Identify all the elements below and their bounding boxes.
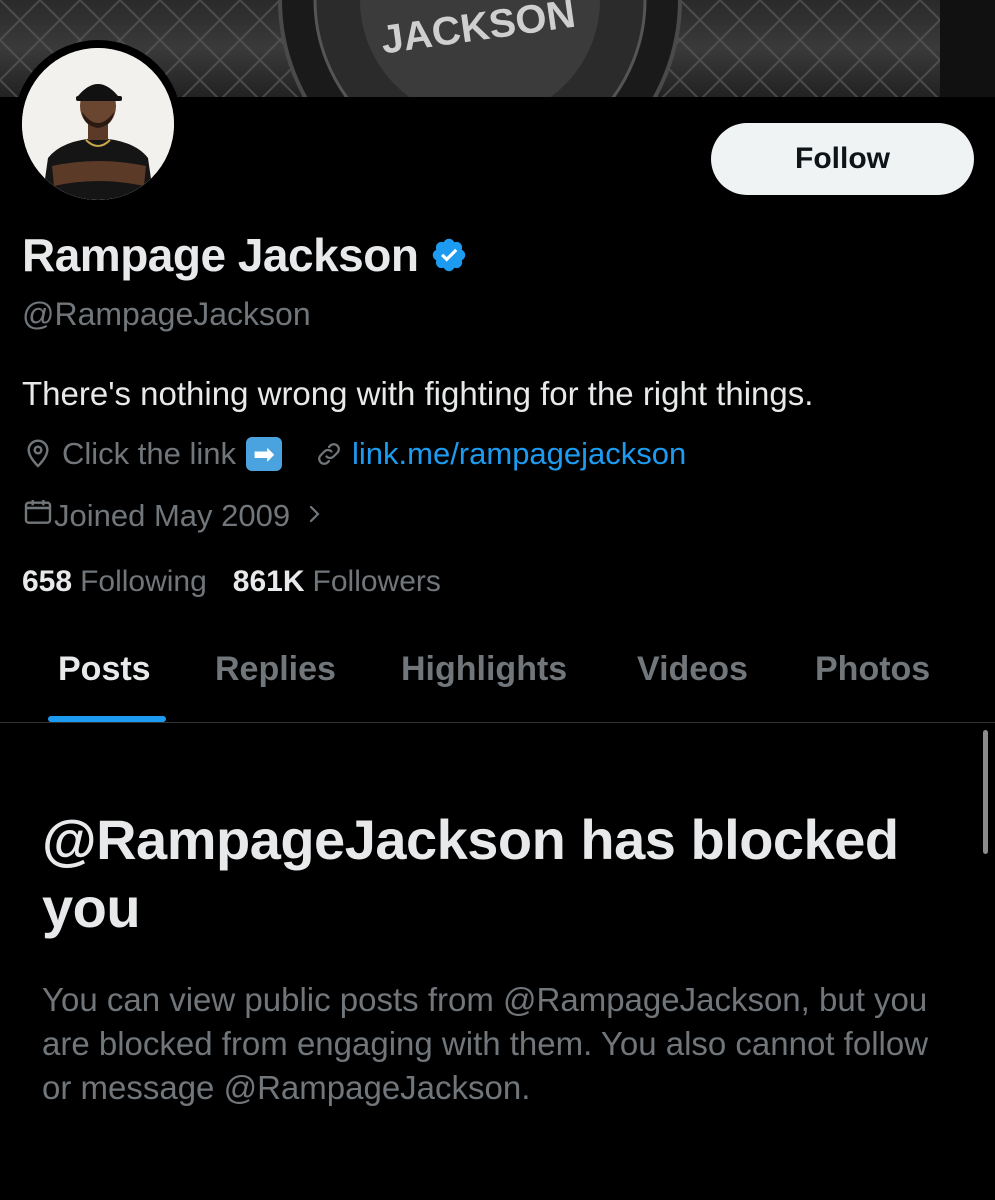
follow-button[interactable]: Follow xyxy=(711,123,974,195)
blocked-message: You can view public posts from @RampageJ… xyxy=(42,981,929,1106)
profile-joined-date: Joined May 2009 xyxy=(54,498,291,533)
tab-highlights[interactable]: Highlights xyxy=(401,650,567,689)
link-icon xyxy=(314,439,344,469)
profile-website-link[interactable]: link.me/rampagejackson xyxy=(352,436,686,472)
following-link[interactable]: 658 Following xyxy=(22,565,207,599)
profile-meta-row: Click the link ➡ link.me/rampagejackson xyxy=(22,436,686,472)
active-tab-indicator xyxy=(48,716,166,722)
avatar[interactable] xyxy=(14,40,182,208)
tab-posts[interactable]: Posts xyxy=(58,650,151,689)
following-count: 658 xyxy=(22,565,73,598)
profile-joined-row[interactable]: Joined May 2009 xyxy=(22,496,326,536)
verified-badge-icon[interactable] xyxy=(430,236,468,279)
profile-bio: There's nothing wrong with fighting for … xyxy=(22,375,814,412)
tab-replies[interactable]: Replies xyxy=(215,650,336,689)
following-label: Following xyxy=(80,565,207,598)
followers-label: Followers xyxy=(312,565,441,598)
calendar-icon xyxy=(22,496,54,536)
scrollbar[interactable] xyxy=(983,730,988,854)
right-arrow-emoji: ➡ xyxy=(246,437,282,471)
chevron-right-icon xyxy=(302,498,326,534)
followers-count: 861K xyxy=(232,565,305,598)
tab-photos[interactable]: Photos xyxy=(815,650,930,689)
location-pin-icon xyxy=(22,438,54,470)
blocked-title: @RampageJackson has blocked you xyxy=(42,808,899,939)
profile-location: Click the link xyxy=(62,436,236,471)
followers-link[interactable]: 861K Followers xyxy=(233,565,441,599)
profile-tabs: Posts Replies Highlights Videos Photos xyxy=(0,630,995,723)
profile-stats: 658 Following 861K Followers xyxy=(22,565,441,599)
profile-handle: @RampageJackson xyxy=(22,296,311,332)
tab-videos[interactable]: Videos xyxy=(637,650,748,689)
profile-name-row: Rampage Jackson xyxy=(22,228,468,282)
profile-name: Rampage Jackson xyxy=(22,229,419,281)
avatar-photo xyxy=(22,48,174,200)
